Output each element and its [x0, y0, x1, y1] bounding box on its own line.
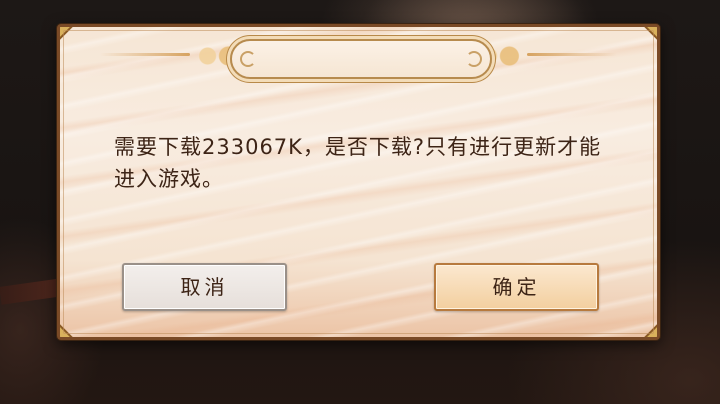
confirm-button-label: 确定: [492, 275, 541, 299]
cancel-button[interactable]: 取消: [122, 263, 287, 311]
cloud-swirl-icon: [100, 53, 190, 56]
confirm-button[interactable]: 确定: [434, 263, 599, 311]
update-dialog: 需要下载233067K，是否下载?只有进行更新才能进入游戏。 取消 确定: [57, 24, 660, 340]
corner-ornament-icon: [60, 327, 70, 337]
corner-ornament-icon: [647, 27, 657, 37]
dialog-message: 需要下载233067K，是否下载?只有进行更新才能进入游戏。: [114, 135, 602, 191]
corner-ornament-icon: [647, 327, 657, 337]
cancel-button-label: 取消: [180, 275, 229, 299]
title-plaque: [230, 39, 492, 79]
dialog-title: [232, 41, 490, 77]
cloud-swirl-icon: [527, 53, 617, 56]
corner-ornament-icon: [60, 27, 70, 37]
